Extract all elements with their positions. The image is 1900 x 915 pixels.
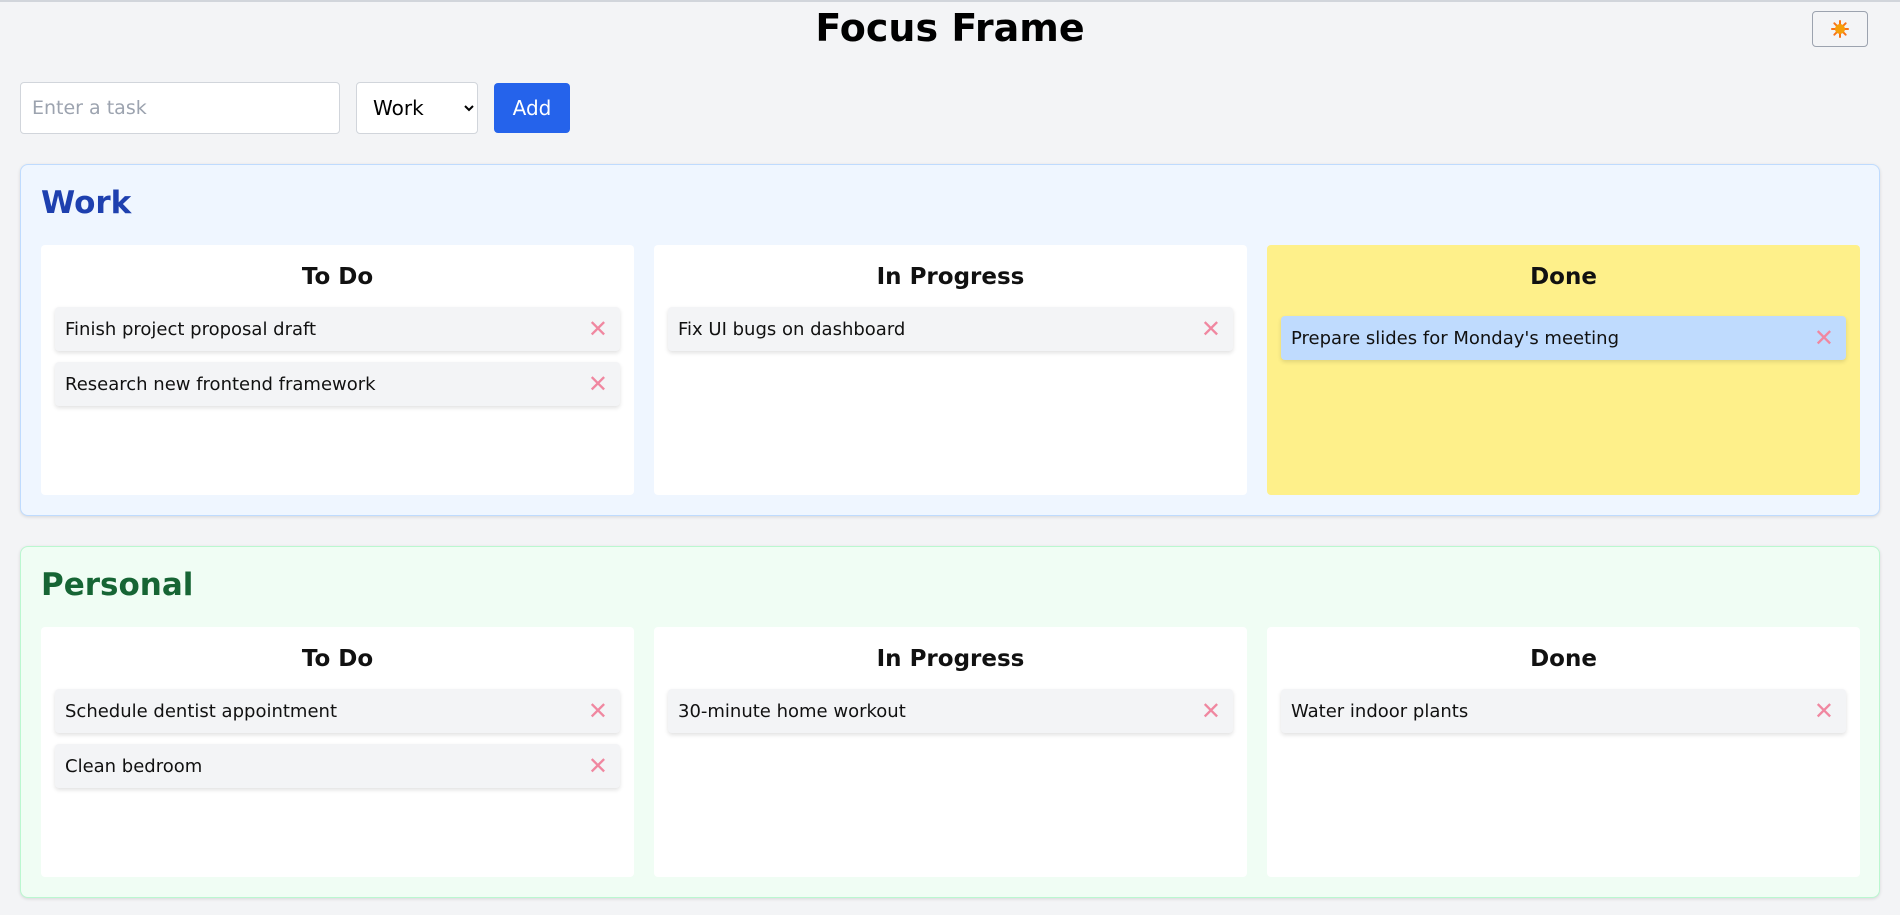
column-title: Done bbox=[1530, 264, 1597, 290]
delete-icon[interactable]: ✕ bbox=[588, 317, 610, 341]
work-todo-column[interactable]: To Do Finish project proposal draft ✕ Re… bbox=[41, 245, 634, 495]
sun-icon bbox=[1831, 20, 1849, 38]
add-task-form: Work Personal Add bbox=[20, 82, 570, 134]
section-title: Personal bbox=[41, 567, 194, 603]
work-in-progress-column[interactable]: In Progress Fix UI bugs on dashboard ✕ bbox=[654, 245, 1247, 495]
column-title: To Do bbox=[301, 646, 374, 672]
task-text: Fix UI bugs on dashboard bbox=[678, 318, 906, 340]
delete-icon[interactable]: ✕ bbox=[588, 699, 610, 723]
task-card[interactable]: 30-minute home workout ✕ bbox=[668, 689, 1233, 733]
section-title: Work bbox=[41, 185, 132, 221]
column-title: In Progress bbox=[876, 646, 1025, 672]
column-title: Done bbox=[1530, 646, 1597, 672]
personal-section: Personal To Do Schedule dentist appointm… bbox=[20, 546, 1880, 898]
delete-icon[interactable]: ✕ bbox=[1814, 699, 1836, 723]
delete-icon[interactable]: ✕ bbox=[588, 372, 610, 396]
task-text: Water indoor plants bbox=[1291, 700, 1469, 722]
category-select[interactable]: Work Personal bbox=[356, 82, 478, 134]
task-card[interactable]: Water indoor plants ✕ bbox=[1281, 689, 1846, 733]
task-text: Prepare slides for Monday's meeting bbox=[1291, 327, 1620, 349]
task-card[interactable]: Clean bedroom ✕ bbox=[55, 744, 620, 788]
work-done-column[interactable]: Done Prepare slides for Monday's meeting… bbox=[1267, 245, 1860, 495]
column-title: In Progress bbox=[876, 264, 1025, 290]
column-title: To Do bbox=[301, 264, 374, 290]
task-card[interactable]: Prepare slides for Monday's meeting ✕ bbox=[1281, 316, 1846, 360]
work-section: Work To Do Finish project proposal draft… bbox=[20, 164, 1880, 516]
task-card[interactable]: Finish project proposal draft ✕ bbox=[55, 307, 620, 351]
delete-icon[interactable]: ✕ bbox=[1814, 326, 1836, 350]
personal-todo-column[interactable]: To Do Schedule dentist appointment ✕ Cle… bbox=[41, 627, 634, 877]
task-text: Finish project proposal draft bbox=[65, 318, 317, 340]
theme-toggle-button[interactable] bbox=[1812, 11, 1868, 47]
page-title: Focus Frame bbox=[815, 6, 1085, 50]
task-card[interactable]: Research new frontend framework ✕ bbox=[55, 362, 620, 406]
delete-icon[interactable]: ✕ bbox=[1201, 317, 1223, 341]
task-input[interactable] bbox=[20, 82, 340, 134]
task-text: Clean bedroom bbox=[65, 755, 203, 777]
personal-done-column[interactable]: Done Water indoor plants ✕ bbox=[1267, 627, 1860, 877]
personal-in-progress-column[interactable]: In Progress 30-minute home workout ✕ bbox=[654, 627, 1247, 877]
task-text: Schedule dentist appointment bbox=[65, 700, 337, 722]
add-button[interactable]: Add bbox=[494, 83, 570, 133]
delete-icon[interactable]: ✕ bbox=[1201, 699, 1223, 723]
task-text: 30-minute home workout bbox=[678, 700, 906, 722]
delete-icon[interactable]: ✕ bbox=[588, 754, 610, 778]
task-card[interactable]: Fix UI bugs on dashboard ✕ bbox=[668, 307, 1233, 351]
task-card[interactable]: Schedule dentist appointment ✕ bbox=[55, 689, 620, 733]
task-text: Research new frontend framework bbox=[65, 373, 376, 395]
